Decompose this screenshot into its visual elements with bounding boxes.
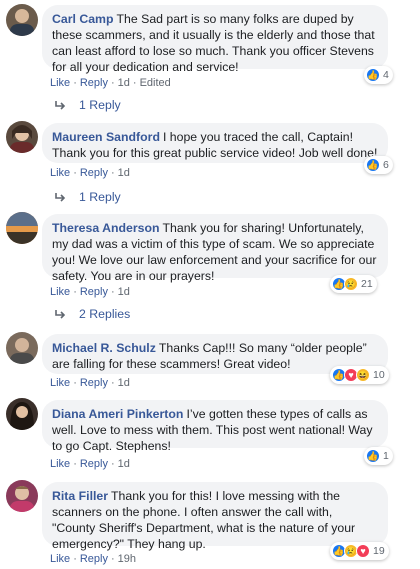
edited-label[interactable]: Edited — [140, 77, 171, 89]
like-link[interactable]: Like — [50, 77, 70, 89]
avatar[interactable] — [6, 212, 38, 244]
separator: · — [73, 286, 77, 298]
reply-link[interactable]: Reply — [80, 77, 108, 89]
comment-actions: Like · Reply · 19h — [50, 552, 136, 566]
avatar-photo-icon — [10, 486, 34, 512]
reply-link[interactable]: Reply — [80, 377, 108, 389]
separator: · — [73, 77, 77, 89]
comment-author[interactable]: Maureen Sandford — [52, 130, 160, 144]
like-reaction-icon: 👍 — [366, 68, 380, 82]
comment-timestamp[interactable]: 19h — [118, 553, 136, 565]
reaction-count: 6 — [383, 159, 389, 171]
replies-count-label: 1 Reply — [79, 98, 121, 112]
comment-author[interactable]: Michael R. Schulz — [52, 341, 156, 355]
reply-link[interactable]: Reply — [80, 286, 108, 298]
avatar-photo-icon — [10, 402, 34, 430]
reply-arrow-icon — [55, 310, 66, 319]
view-replies-link[interactable]: 1 Reply — [55, 98, 121, 112]
comment-author[interactable]: Rita Filler — [52, 489, 108, 503]
separator: · — [73, 458, 77, 470]
like-link[interactable]: Like — [50, 377, 70, 389]
separator: · — [110, 167, 115, 179]
avatar-photo-icon — [10, 9, 34, 36]
comment-actions: Like · Reply · 1d — [50, 166, 130, 180]
reaction-count: 1 — [383, 450, 389, 462]
reaction-count: 4 — [383, 69, 389, 81]
comment-bubble: Diana Ameri Pinkerton I’ve gotten these t… — [42, 400, 388, 453]
reaction-summary[interactable]: 👍 😢 ♥ 19 — [330, 542, 389, 560]
separator: · — [73, 377, 77, 389]
avatar[interactable] — [6, 4, 38, 36]
like-reaction-icon: 👍 — [366, 158, 380, 172]
comment-bubble: Theresa Anderson Thank you for sharing! U… — [42, 214, 388, 283]
replies-count-label: 2 Replies — [79, 307, 131, 321]
avatar[interactable] — [6, 398, 38, 430]
separator: · — [110, 377, 115, 389]
reaction-count: 19 — [373, 545, 385, 557]
reply-link[interactable]: Reply — [80, 553, 108, 565]
like-reaction-icon: 👍 — [366, 449, 380, 463]
sad-reaction-icon: 😢 — [344, 277, 358, 291]
comment-author[interactable]: Carl Camp — [52, 12, 114, 26]
like-link[interactable]: Like — [50, 458, 70, 470]
comment-timestamp[interactable]: 1d — [118, 77, 130, 89]
separator: · — [110, 553, 115, 565]
reply-link[interactable]: Reply — [80, 458, 108, 470]
avatar-photo-icon — [6, 212, 38, 244]
reply-arrow-icon — [55, 193, 66, 202]
separator: · — [73, 167, 77, 179]
reaction-summary[interactable]: 👍 😢 21 — [330, 275, 377, 293]
comment-timestamp[interactable]: 1d — [118, 458, 130, 470]
comment-timestamp[interactable]: 1d — [118, 286, 130, 298]
separator: · — [110, 458, 115, 470]
avatar-photo-icon — [10, 125, 34, 153]
comment-actions: Like · Reply · 1d — [50, 285, 130, 299]
comment-actions: Like · Reply · 1d · Edited — [50, 76, 171, 90]
separator: · — [132, 77, 137, 89]
haha-reaction-icon: 😆 — [356, 368, 370, 382]
reply-link[interactable]: Reply — [80, 167, 108, 179]
like-link[interactable]: Like — [50, 286, 70, 298]
comment-actions: Like · Reply · 1d — [50, 376, 130, 390]
comment-actions: Like · Reply · 1d — [50, 457, 130, 471]
avatar[interactable] — [6, 480, 38, 512]
comment-timestamp[interactable]: 1d — [118, 377, 130, 389]
reaction-summary[interactable]: 👍 4 — [364, 66, 393, 84]
avatar[interactable] — [6, 121, 38, 153]
reaction-summary[interactable]: 👍 6 — [364, 156, 393, 174]
comment-author[interactable]: Diana Ameri Pinkerton — [52, 407, 183, 421]
reaction-summary[interactable]: 👍 ♥ 😆 10 — [330, 366, 389, 384]
love-reaction-icon: ♥ — [356, 544, 370, 558]
avatar[interactable] — [6, 332, 38, 364]
comment-bubble: Maureen Sandford I hope you traced the ca… — [42, 123, 388, 163]
comment-author[interactable]: Theresa Anderson — [52, 221, 160, 235]
separator: · — [110, 77, 115, 89]
reaction-summary[interactable]: 👍 1 — [364, 447, 393, 465]
reaction-count: 21 — [361, 278, 373, 290]
like-link[interactable]: Like — [50, 167, 70, 179]
separator: · — [73, 553, 77, 565]
comment-bubble: Rita Filler Thank you for this! I love me… — [42, 482, 388, 551]
comment-bubble: Carl Camp The Sad part is so many folks a… — [42, 5, 388, 74]
view-replies-link[interactable]: 1 Reply — [55, 190, 121, 204]
separator: · — [110, 286, 115, 298]
avatar-photo-icon — [10, 338, 34, 364]
like-link[interactable]: Like — [50, 553, 70, 565]
reply-arrow-icon — [55, 101, 66, 110]
reaction-count: 10 — [373, 369, 385, 381]
comment-timestamp[interactable]: 1d — [118, 167, 130, 179]
replies-count-label: 1 Reply — [79, 190, 121, 204]
view-replies-link[interactable]: 2 Replies — [55, 307, 130, 321]
